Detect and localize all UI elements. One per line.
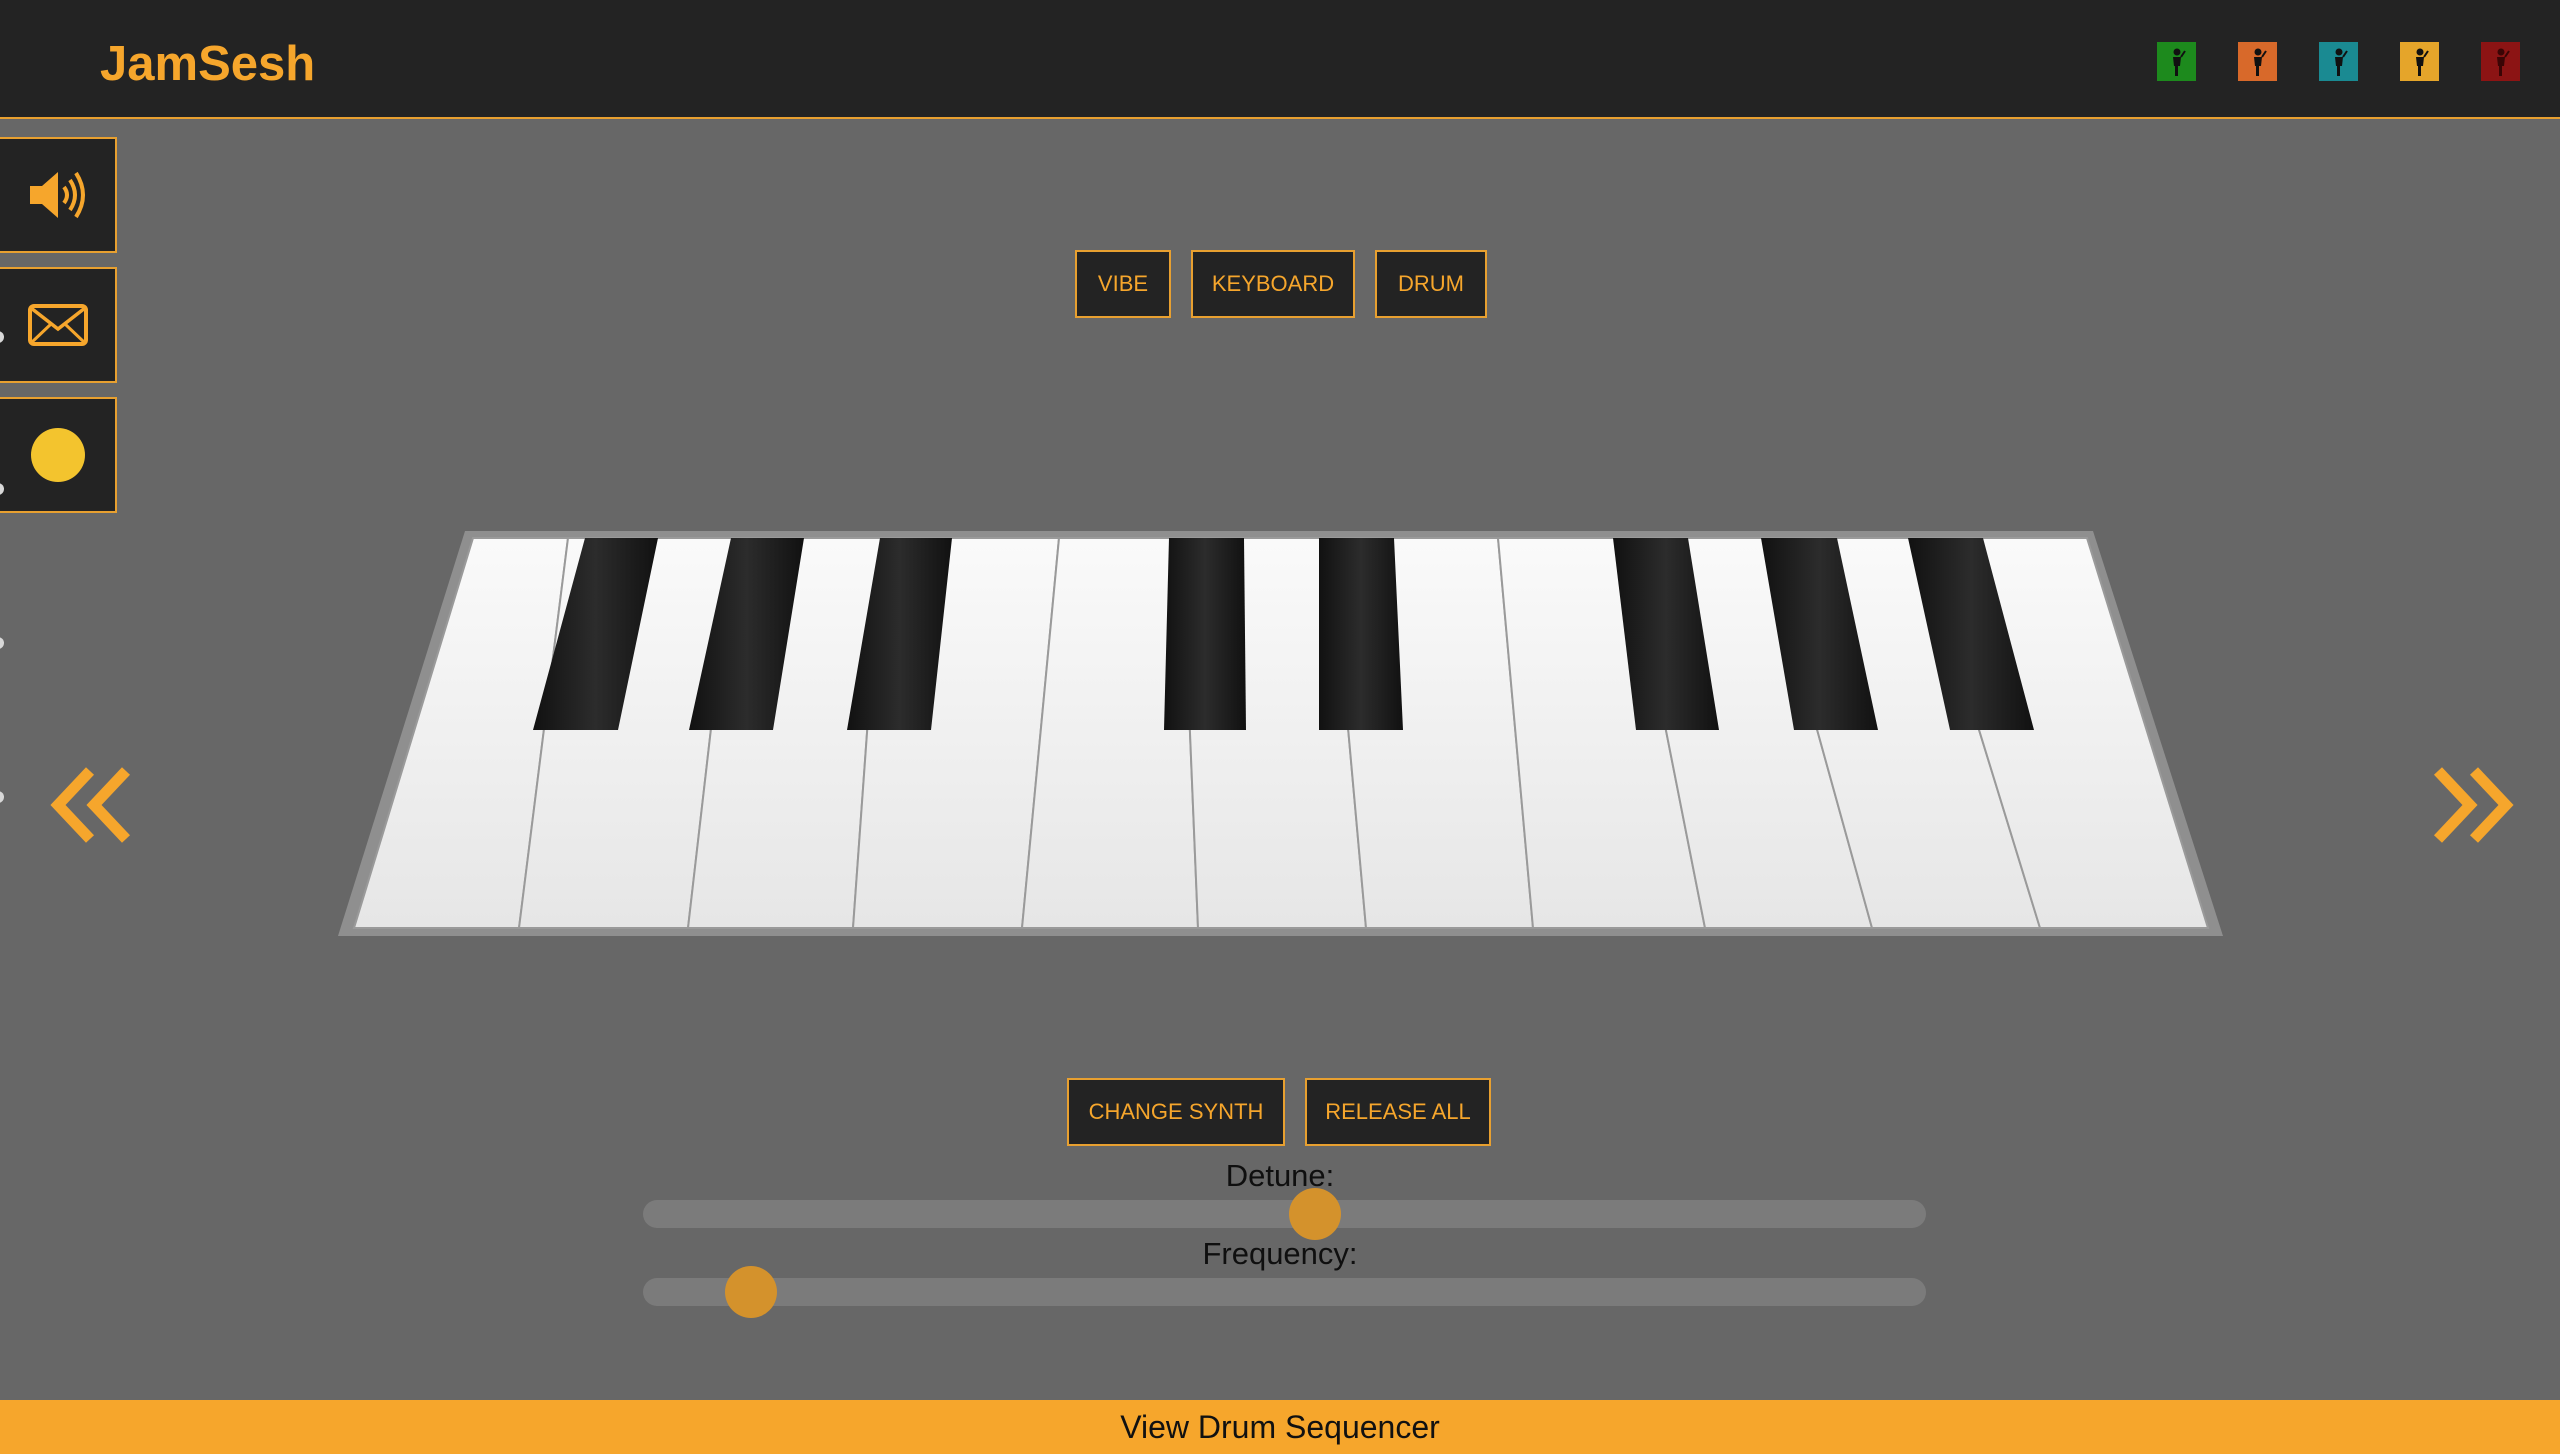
- status-dot-icon: [30, 428, 85, 482]
- user-avatar-yellow[interactable]: [2400, 42, 2439, 81]
- user-list: [2157, 42, 2520, 81]
- envelope-icon: [27, 304, 88, 346]
- top-bar: JamSesh: [0, 0, 2560, 119]
- frequency-slider-thumb[interactable]: [725, 1266, 778, 1318]
- sidebar-item-messages[interactable]: [0, 267, 117, 383]
- person-icon: [2496, 48, 2510, 76]
- double-chevron-right-icon: [2433, 767, 2514, 843]
- speaker-icon: [29, 171, 85, 219]
- keyboard-button[interactable]: KEYBOARD: [1191, 250, 1355, 318]
- detune-slider[interactable]: [643, 1188, 1926, 1240]
- release-all-button[interactable]: RELEASE ALL: [1305, 1078, 1491, 1146]
- frequency-slider[interactable]: [643, 1266, 1926, 1318]
- double-chevron-left-icon: [50, 767, 131, 843]
- change-synth-button[interactable]: CHANGE SYNTH: [1067, 1078, 1285, 1146]
- sidebar-item-audio[interactable]: [0, 137, 117, 253]
- drum-button[interactable]: DRUM: [1375, 250, 1487, 318]
- frequency-label: Frequency:: [1202, 1236, 1358, 1271]
- person-icon: [2172, 48, 2186, 76]
- synth-controls: CHANGE SYNTH RELEASE ALL: [1067, 1078, 1491, 1146]
- mode-selector: VIBE KEYBOARD DRUM: [1075, 250, 1487, 318]
- piano-keyboard: [335, 528, 2227, 938]
- person-icon: [2334, 48, 2348, 76]
- user-avatar-teal[interactable]: [2319, 42, 2358, 81]
- next-instrument-button[interactable]: [2428, 765, 2514, 850]
- person-icon: [2415, 48, 2429, 76]
- sidebar-item-status[interactable]: [0, 397, 117, 513]
- black-key[interactable]: [1164, 538, 1246, 730]
- person-icon: [2253, 48, 2267, 76]
- detune-label: Detune:: [1225, 1158, 1335, 1193]
- user-avatar-orange[interactable]: [2238, 42, 2277, 81]
- user-avatar-green[interactable]: [2157, 42, 2196, 81]
- detune-slider-thumb[interactable]: [1289, 1188, 1342, 1240]
- previous-instrument-button[interactable]: [50, 765, 136, 850]
- view-drum-sequencer-bar[interactable]: View Drum Sequencer: [0, 1400, 2560, 1454]
- black-key[interactable]: [1319, 538, 1403, 730]
- footer-label: View Drum Sequencer: [1120, 1408, 1440, 1445]
- piano-keyboard-graphic: [338, 531, 2223, 936]
- user-avatar-red[interactable]: [2481, 42, 2520, 81]
- sidebar-handle: [0, 791, 4, 803]
- sidebar-handle: [0, 637, 4, 649]
- vibe-button[interactable]: VIBE: [1075, 250, 1171, 318]
- app-title: JamSesh: [100, 37, 316, 91]
